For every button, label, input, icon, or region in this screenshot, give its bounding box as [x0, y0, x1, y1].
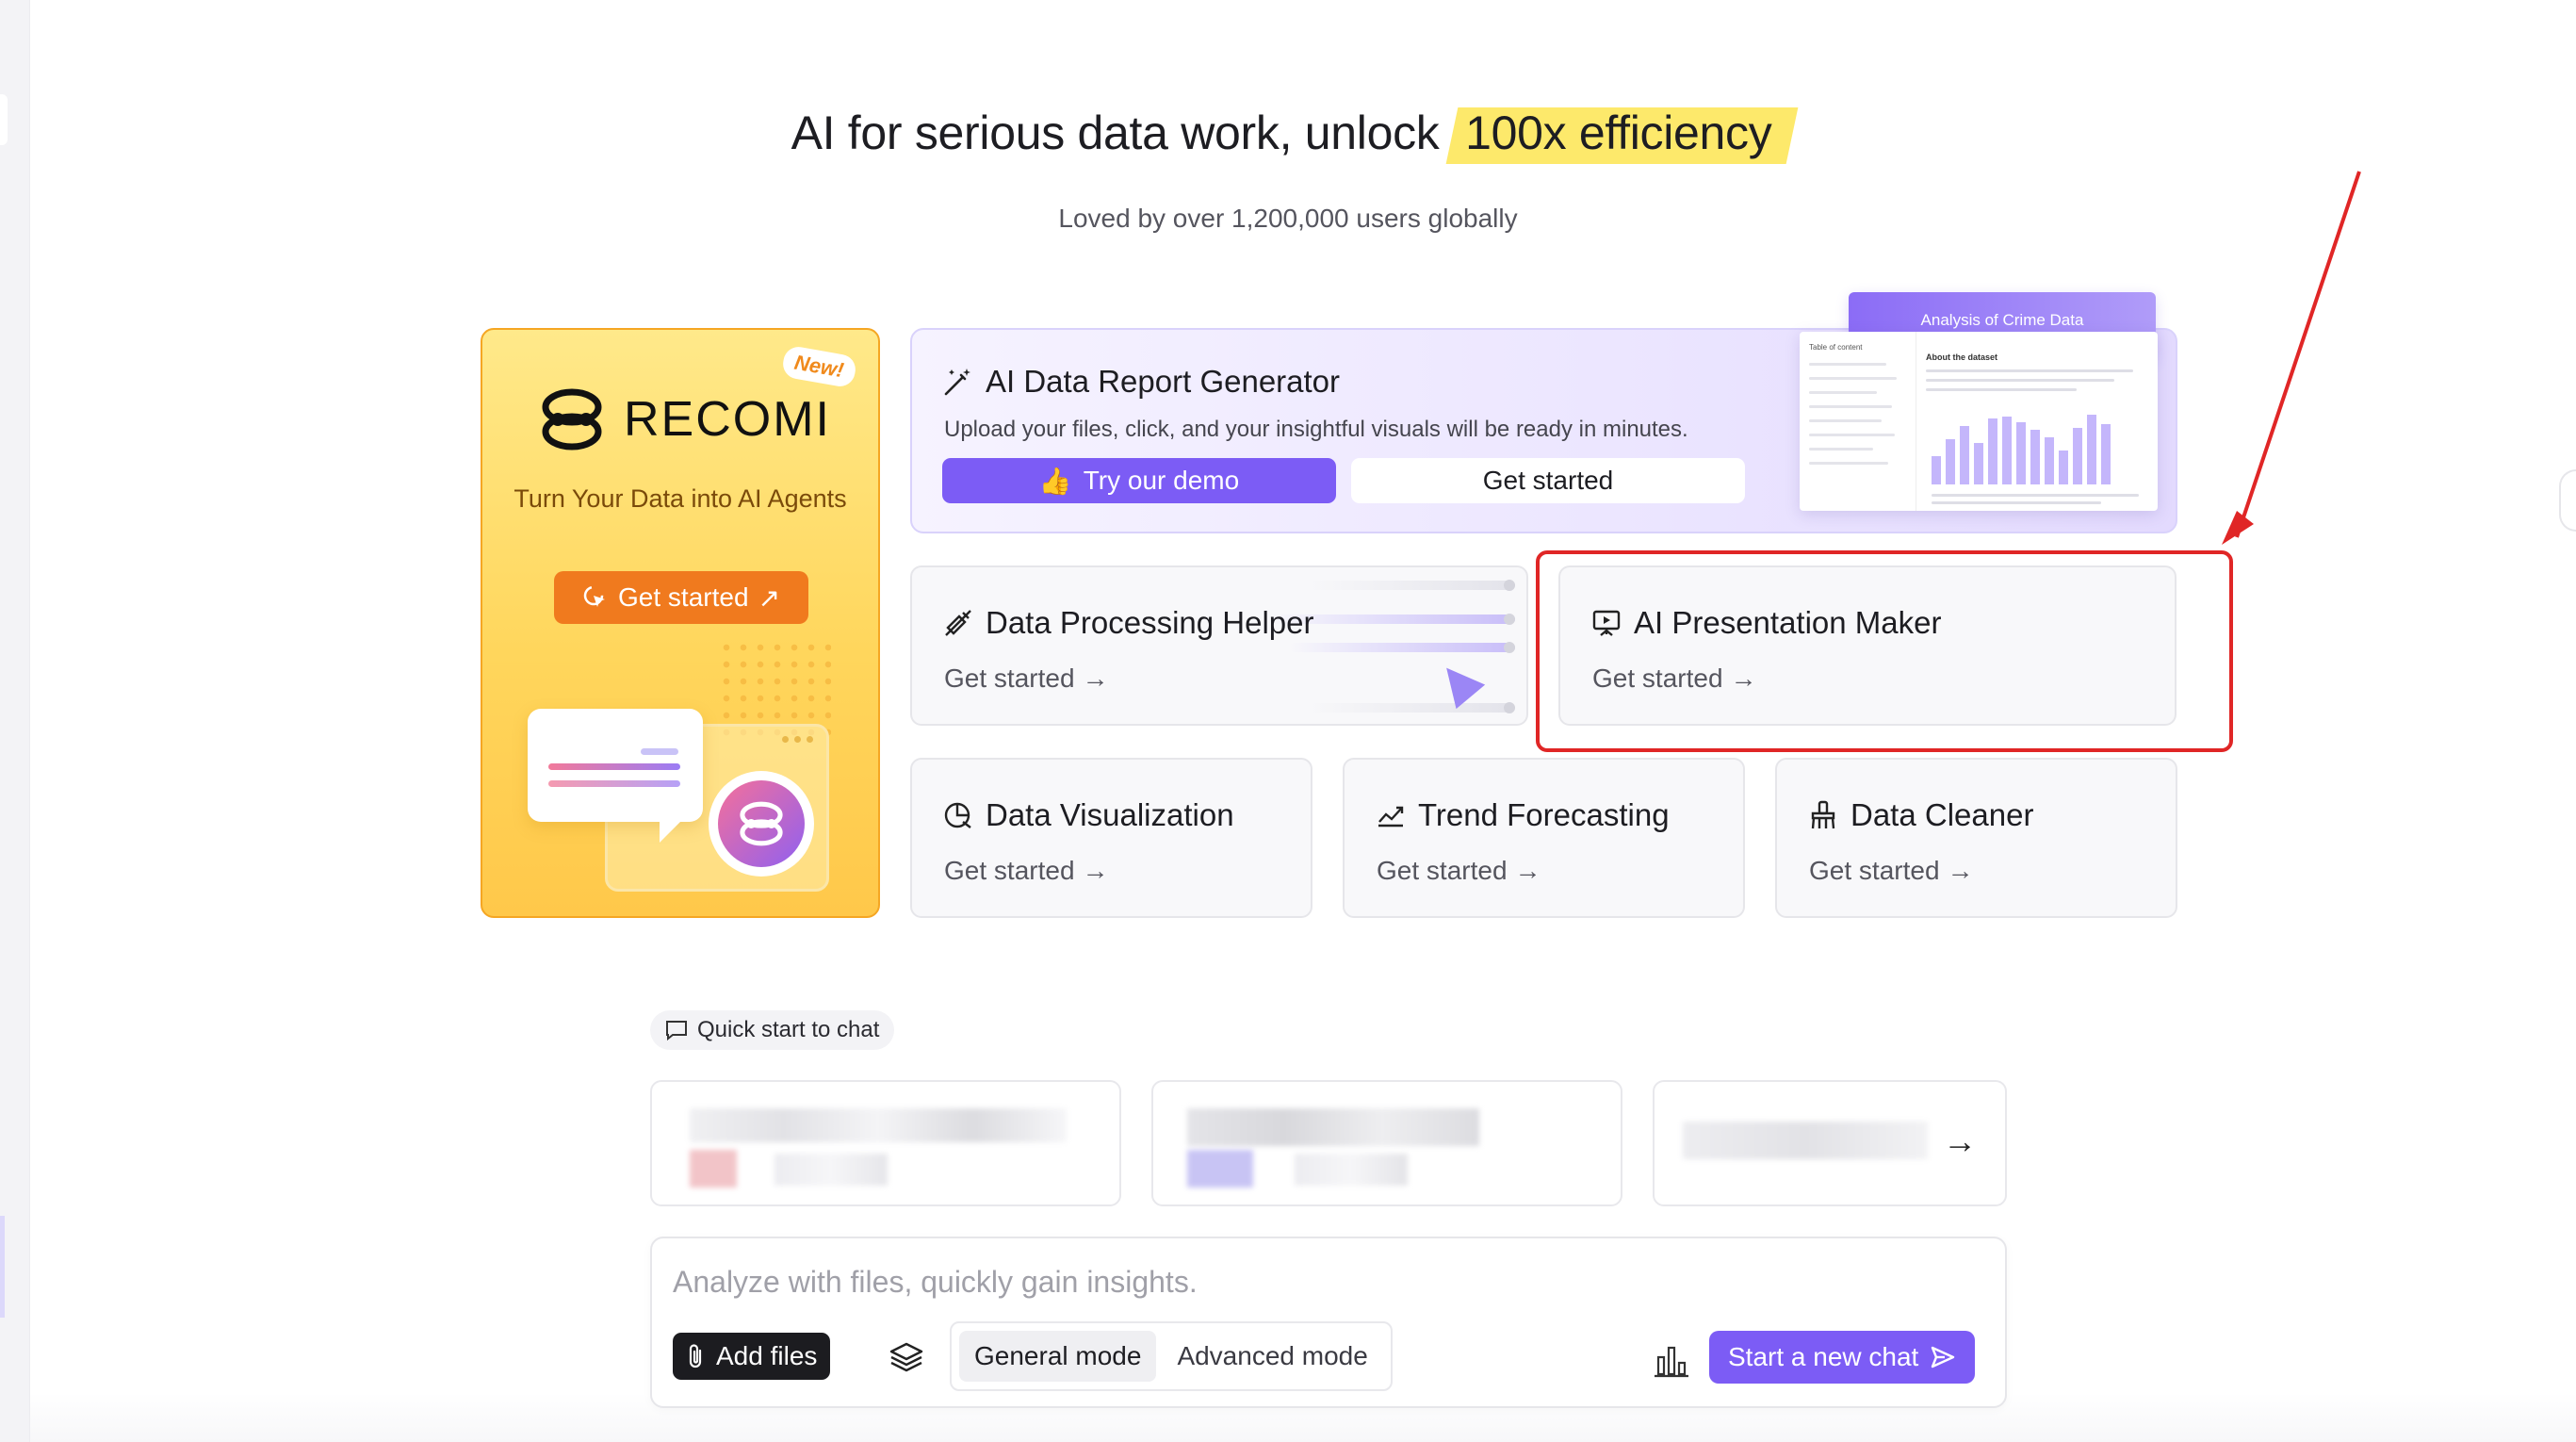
- sidebar-active-marker: [0, 1216, 5, 1318]
- tool-title: Trend Forecasting: [1375, 797, 1670, 833]
- data-visualization-icon: [944, 802, 971, 828]
- tool-title: Data Visualization: [942, 797, 1234, 833]
- magic-wand-icon: [944, 369, 970, 396]
- tool-get-started-link[interactable]: Get started →: [1377, 856, 1541, 886]
- quick-start-more[interactable]: →: [1653, 1080, 2007, 1206]
- send-icon: [1932, 1346, 1955, 1368]
- bar-chart-icon[interactable]: [1653, 1342, 1690, 1380]
- cursor-pointer-icon: [1431, 655, 1486, 710]
- advanced-mode-tab[interactable]: Advanced mode: [1162, 1331, 1382, 1382]
- recomi-logo-icon: [542, 388, 602, 451]
- cursor-click-icon: [583, 585, 605, 607]
- decor-stream: [1289, 642, 1515, 653]
- report-preview-toc: Table of content: [1800, 332, 1916, 511]
- decor-stream: [1308, 702, 1515, 713]
- arrow-up-right-icon: ↗: [758, 582, 780, 613]
- chat-composer[interactable]: Analyze with files, quickly gain insight…: [650, 1237, 2007, 1408]
- tool-title: Data Cleaner: [1807, 797, 2033, 833]
- report-generator-description: Upload your files, click, and your insig…: [944, 417, 1688, 442]
- paperclip-icon: [689, 1344, 702, 1368]
- report-get-started-button[interactable]: Get started: [1351, 458, 1745, 503]
- annotation-arrow: [2222, 171, 2361, 545]
- headline-prefix: AI for serious data work, unlock: [791, 107, 1440, 159]
- thumbs-up-icon: 👍: [1038, 466, 1072, 496]
- data-processing-icon: [945, 610, 971, 636]
- arrow-right-icon: →: [1943, 1122, 1977, 1160]
- recomi-promo-card[interactable]: New! RECOMI Turn Your Data into AI Agent…: [481, 328, 880, 918]
- mode-switcher: General mode Advanced mode: [950, 1321, 1393, 1391]
- arrow-right-icon: →: [1082, 664, 1109, 693]
- general-mode-tab[interactable]: General mode: [959, 1331, 1157, 1382]
- tool-get-started-link[interactable]: Get started →: [1809, 856, 1974, 886]
- recomi-avatar-icon: [718, 780, 805, 867]
- headline-highlight: 100x efficiency: [1452, 106, 1785, 160]
- chat-bubble-icon: [666, 1021, 687, 1041]
- tool-get-started-link[interactable]: Get started →: [944, 856, 1109, 886]
- trend-icon: [1378, 806, 1404, 828]
- arrow-right-icon: →: [1947, 856, 1974, 885]
- recomi-brand-name: RECOMI: [624, 392, 831, 447]
- new-badge: New!: [781, 344, 858, 389]
- layers-icon[interactable]: [888, 1340, 925, 1374]
- try-demo-button[interactable]: 👍 Try our demo: [942, 458, 1336, 503]
- right-panel-handle[interactable]: [2559, 469, 2576, 532]
- start-new-chat-button[interactable]: Start a new chat: [1709, 1331, 1976, 1384]
- report-generator-title: AI Data Report Generator: [942, 364, 1340, 400]
- tool-card-data-processing[interactable]: Data Processing Helper Get started →: [910, 565, 1528, 726]
- annotation-highlight-box: [1536, 550, 2233, 752]
- add-files-button[interactable]: Add files: [673, 1333, 831, 1380]
- page-subtitle: Loved by over 1,200,000 users globally: [1058, 204, 1518, 233]
- illustration-chat-bubble: [528, 709, 703, 843]
- recomi-get-started-button[interactable]: Get started ↗: [554, 571, 808, 624]
- tool-card-data-visualization[interactable]: Data Visualization Get started →: [910, 758, 1312, 918]
- quick-start-suggestion[interactable]: [1151, 1080, 1622, 1206]
- recomi-cta-label: Get started: [618, 582, 749, 612]
- recomi-logo: RECOMI: [535, 388, 831, 451]
- recomi-tagline: Turn Your Data into AI Agents: [514, 484, 847, 513]
- tool-title: Data Processing Helper: [942, 605, 1314, 641]
- tool-card-trend-forecasting[interactable]: Trend Forecasting Get started →: [1343, 758, 1745, 918]
- tool-card-data-cleaner[interactable]: Data Cleaner Get started →: [1775, 758, 2177, 918]
- decor-stream: [1308, 580, 1515, 591]
- report-preview-document: Table of content About the dataset: [1800, 332, 2158, 511]
- page-headline: AI for serious data work, unlock 100x ef…: [0, 106, 2576, 160]
- cleaner-icon: [1811, 800, 1835, 829]
- arrow-right-icon: →: [1514, 856, 1541, 885]
- quick-start-label: Quick start to chat: [650, 1010, 895, 1050]
- arrow-right-icon: →: [1082, 856, 1109, 885]
- quick-start-suggestion[interactable]: [650, 1080, 1121, 1206]
- report-preview-chart: [1932, 411, 2148, 484]
- tool-get-started-link[interactable]: Get started →: [944, 664, 1109, 694]
- composer-input[interactable]: Analyze with files, quickly gain insight…: [673, 1265, 1198, 1300]
